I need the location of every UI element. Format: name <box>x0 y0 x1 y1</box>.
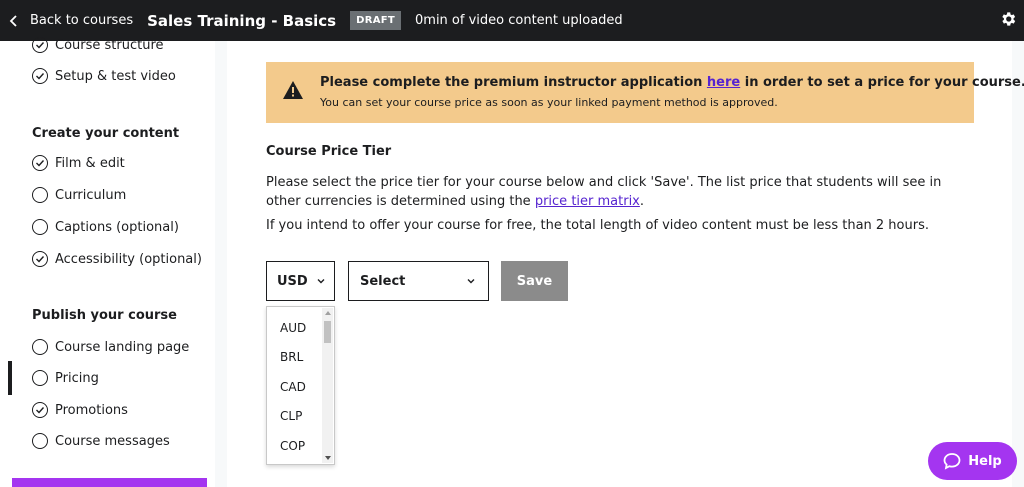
empty-circle-icon <box>32 187 48 203</box>
check-circle-icon <box>32 155 48 171</box>
sidebar-item-course-landing-page[interactable]: Course landing page <box>32 339 189 355</box>
sidebar-item-setup-test-video[interactable]: Setup & test video <box>32 68 176 84</box>
sidebar-item-curriculum[interactable]: Curriculum <box>32 187 126 203</box>
scroll-down-arrow-icon[interactable] <box>325 456 331 460</box>
sidebar-item-film-edit[interactable]: Film & edit <box>32 155 125 171</box>
currency-option-brl[interactable]: BRL <box>280 350 303 364</box>
sidebar-item-label: Course landing page <box>55 339 190 355</box>
alert-subtext: You can set your course price as soon as… <box>320 96 778 109</box>
sidebar-item-pricing[interactable]: Pricing <box>32 370 99 386</box>
currency-dropdown-menu: AUD BRL CAD CLP COP <box>266 306 335 465</box>
currency-option-cad[interactable]: CAD <box>280 380 306 394</box>
help-label: Help <box>968 453 1002 469</box>
warning-icon <box>283 81 303 99</box>
top-bar: Back to courses Sales Training - Basics … <box>0 0 1024 41</box>
empty-circle-icon <box>32 433 48 449</box>
sidebar: Course structure Setup & test video Crea… <box>0 37 215 487</box>
application-link[interactable]: here <box>707 75 740 90</box>
currency-dropdown[interactable]: USD <box>266 261 335 301</box>
empty-circle-icon <box>32 339 48 355</box>
sidebar-item-label: Pricing <box>55 370 99 386</box>
sidebar-item-accessibility[interactable]: Accessibility (optional) <box>32 251 202 267</box>
price-tier-select[interactable]: Select <box>348 261 489 301</box>
chevron-down-icon <box>467 279 475 284</box>
dropdown-scrollbar[interactable] <box>322 308 333 463</box>
price-tier-description: Please select the price tier for your co… <box>266 173 946 211</box>
active-indicator <box>8 361 12 395</box>
description-text-end: . <box>639 194 645 209</box>
chevron-down-icon <box>317 279 325 284</box>
alert-title-text: Please complete the premium instructor a… <box>320 75 707 90</box>
chevron-left-icon <box>9 14 17 27</box>
course-title: Sales Training - Basics <box>147 11 337 30</box>
currency-option-clp[interactable]: CLP <box>280 409 302 423</box>
help-button[interactable]: Help <box>928 442 1017 480</box>
section-heading-publish: Publish your course <box>32 308 177 323</box>
sidebar-item-course-messages[interactable]: Course messages <box>32 433 170 449</box>
sidebar-item-label: Film & edit <box>55 155 125 171</box>
status-badge: DRAFT <box>350 11 402 30</box>
alert-title-text-end: in order to set a price for your course. <box>740 75 1024 90</box>
sidebar-item-label: Captions (optional) <box>55 219 179 235</box>
check-circle-icon <box>32 37 48 53</box>
sidebar-item-label: Course messages <box>55 433 170 449</box>
sidebar-item-label: Promotions <box>55 402 128 418</box>
sidebar-item-captions[interactable]: Captions (optional) <box>32 219 179 235</box>
sidebar-item-label: Curriculum <box>55 187 127 203</box>
currency-value: USD <box>277 273 308 289</box>
alert-title: Please complete the premium instructor a… <box>320 75 1024 90</box>
empty-circle-icon <box>32 219 48 235</box>
sidebar-item-course-structure[interactable]: Course structure <box>32 37 164 53</box>
tier-value: Select <box>360 273 406 289</box>
gear-icon[interactable] <box>999 10 1017 28</box>
section-heading-create: Create your content <box>32 126 180 141</box>
sidebar-item-promotions[interactable]: Promotions <box>32 402 128 418</box>
sidebar-item-label: Accessibility (optional) <box>55 251 202 267</box>
sidebar-item-label: Setup & test video <box>55 68 176 84</box>
price-tier-matrix-link[interactable]: price tier matrix <box>535 194 640 209</box>
currency-option-cop[interactable]: COP <box>280 439 305 453</box>
warning-alert: Please complete the premium instructor a… <box>266 62 1024 123</box>
submit-for-review-button[interactable] <box>12 478 207 487</box>
back-to-courses-link[interactable]: Back to courses <box>8 13 133 28</box>
free-course-note: If you intend to offer your course for f… <box>266 218 929 233</box>
check-circle-icon <box>32 402 48 418</box>
sidebar-item-label: Course structure <box>55 37 164 53</box>
check-circle-icon <box>32 68 48 84</box>
save-button[interactable]: Save <box>501 261 568 301</box>
currency-option-aud[interactable]: AUD <box>280 321 306 335</box>
section-title: Course Price Tier <box>266 144 392 159</box>
back-label: Back to courses <box>30 13 134 28</box>
empty-circle-icon <box>32 370 48 386</box>
check-circle-icon <box>32 251 48 267</box>
chat-bubble-icon <box>943 453 961 470</box>
scroll-up-arrow-icon[interactable] <box>325 311 331 315</box>
scroll-thumb[interactable] <box>324 321 331 343</box>
main-content: Please complete the premium instructor a… <box>227 41 1024 487</box>
video-status-text: 0min of video content uploaded <box>415 13 623 28</box>
